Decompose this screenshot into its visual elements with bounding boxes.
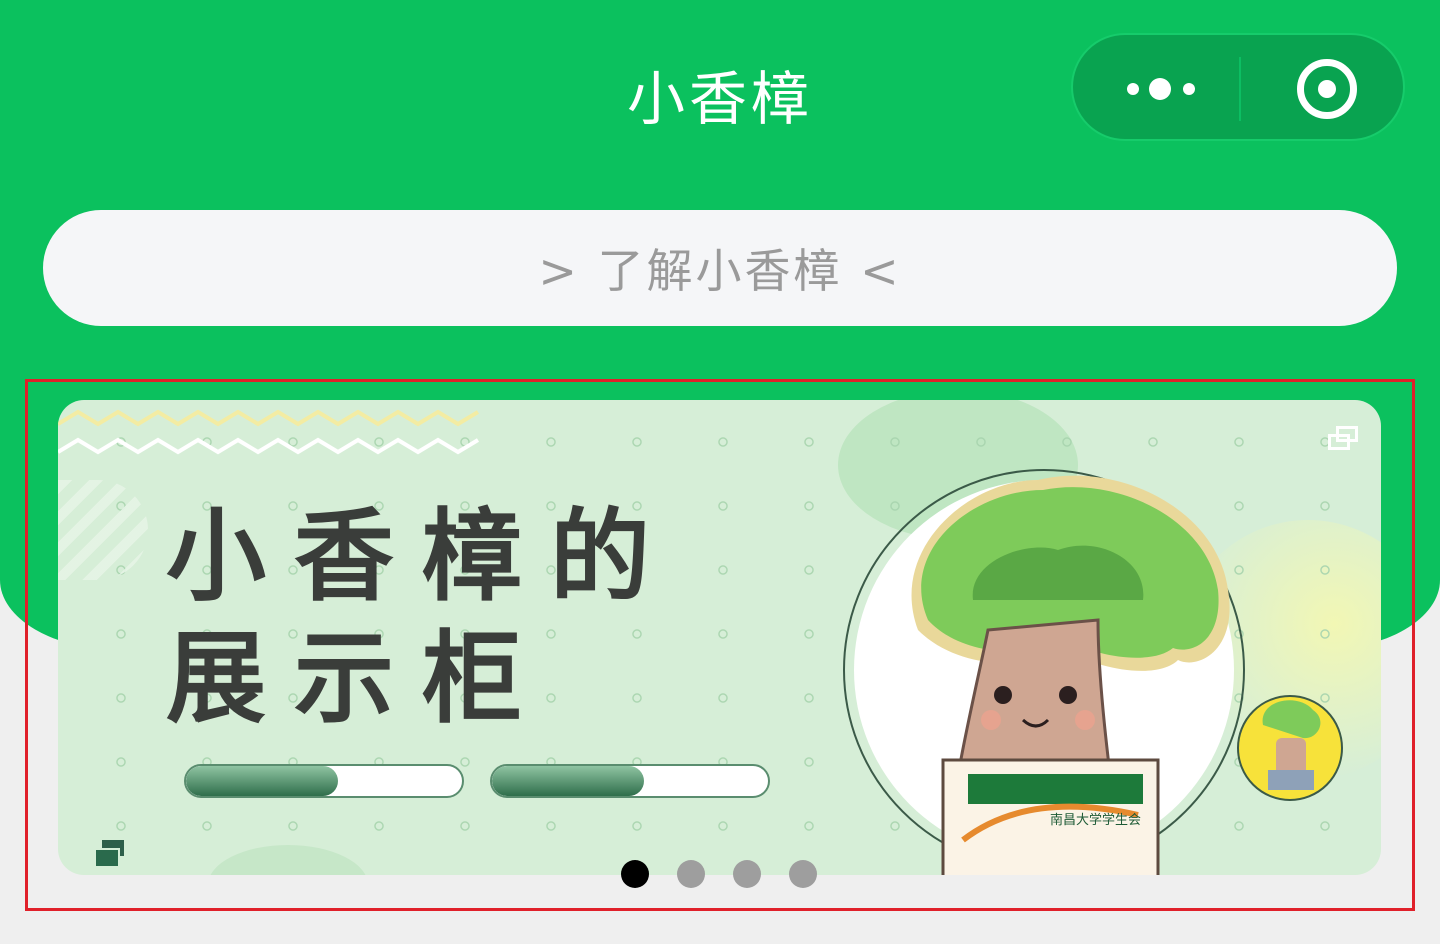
carousel-pager (621, 860, 817, 890)
mini-program-capsule (1071, 33, 1405, 141)
capsule-divider (1239, 57, 1241, 121)
target-circle-icon[interactable] (1297, 59, 1357, 119)
more-dots-icon[interactable] (1121, 73, 1201, 103)
selection-outline (25, 379, 1415, 911)
pager-dot-4[interactable] (789, 860, 817, 888)
learn-more-button[interactable]: > 了解小香樟 < (43, 210, 1397, 326)
pager-dot-3[interactable] (733, 860, 761, 888)
pager-dot-1[interactable] (621, 860, 649, 888)
pager-dot-2[interactable] (677, 860, 705, 888)
